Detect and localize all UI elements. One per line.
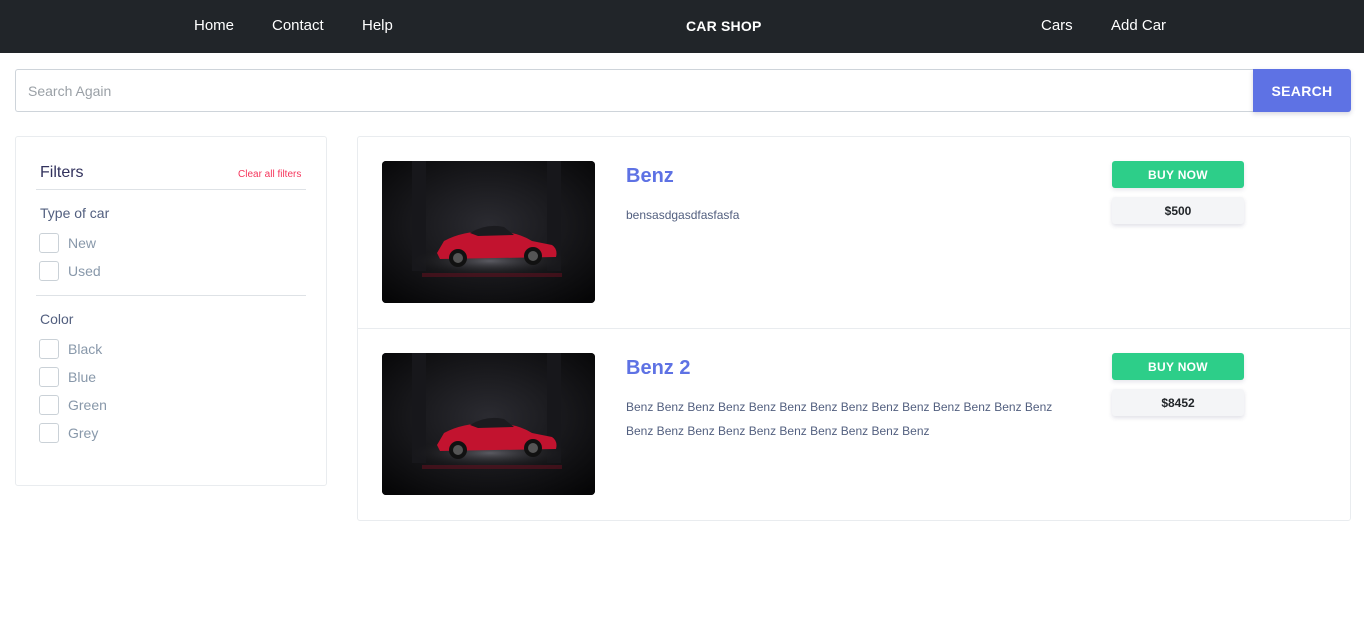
car-photo[interactable] [382,161,595,303]
divider [36,189,306,190]
nav-link-help[interactable]: Help [362,17,393,35]
car-description: Benz Benz Benz Benz Benz Benz Benz Benz … [626,400,1053,438]
nav-link-add-car[interactable]: Add Car [1111,17,1166,35]
buy-now-button[interactable]: BUY NOW [1112,353,1244,380]
checkbox-icon[interactable] [39,339,59,359]
brand-title[interactable]: CAR SHOP [686,17,762,35]
filter-option-green[interactable]: Green [39,395,107,415]
car-name[interactable]: Benz [626,165,674,188]
filters-title: Filters [40,164,84,181]
nav-link-home[interactable]: Home [194,17,234,35]
car-description: bensasdgasdfasfasfa [626,208,740,222]
filter-option-label: Used [68,263,101,279]
filter-option-label: Green [68,397,107,413]
filter-option-blue[interactable]: Blue [39,367,96,387]
checkbox-icon[interactable] [39,423,59,443]
filter-option-label: Blue [68,369,97,385]
filters-panel: Filters Clear all filters Type of car Ne… [15,136,327,486]
car-photo[interactable] [382,353,595,495]
filter-option-grey[interactable]: Grey [39,423,98,443]
car-card: Benz 2 Benz Benz Benz Benz Benz Benz Ben… [358,328,1350,520]
nav-link-contact[interactable]: Contact [272,17,324,35]
checkbox-icon[interactable] [39,261,59,281]
filter-group-title-type: Type of car [40,205,110,221]
price-badge: $8452 [1112,389,1244,416]
search-input[interactable] [15,69,1254,112]
filter-group-title-color: Color [40,311,74,327]
checkbox-icon[interactable] [39,395,59,415]
filter-option-used[interactable]: Used [39,261,101,281]
filter-option-label: Grey [68,425,99,441]
car-card: Benz bensasdgasdfasfasfa BUY NOW $500 [358,137,1350,329]
search-button[interactable]: SEARCH [1253,69,1351,112]
filter-option-label: Black [68,341,103,357]
filter-option-black[interactable]: Black [39,339,102,359]
divider [36,295,306,296]
buy-now-button[interactable]: BUY NOW [1112,161,1244,188]
price-badge: $500 [1112,197,1244,224]
car-list: Benz bensasdgasdfasfasfa BUY NOW $500 Be… [357,136,1351,521]
checkbox-icon[interactable] [39,233,59,253]
clear-filters-link[interactable]: Clear all filters [238,169,301,180]
car-name[interactable]: Benz 2 [626,357,690,380]
nav-link-cars[interactable]: Cars [1041,17,1073,35]
checkbox-icon[interactable] [39,367,59,387]
filter-option-label: New [68,235,97,251]
top-navbar: Home Contact Help CAR SHOP Cars Add Car [0,0,1364,53]
filter-option-new[interactable]: New [39,233,96,253]
